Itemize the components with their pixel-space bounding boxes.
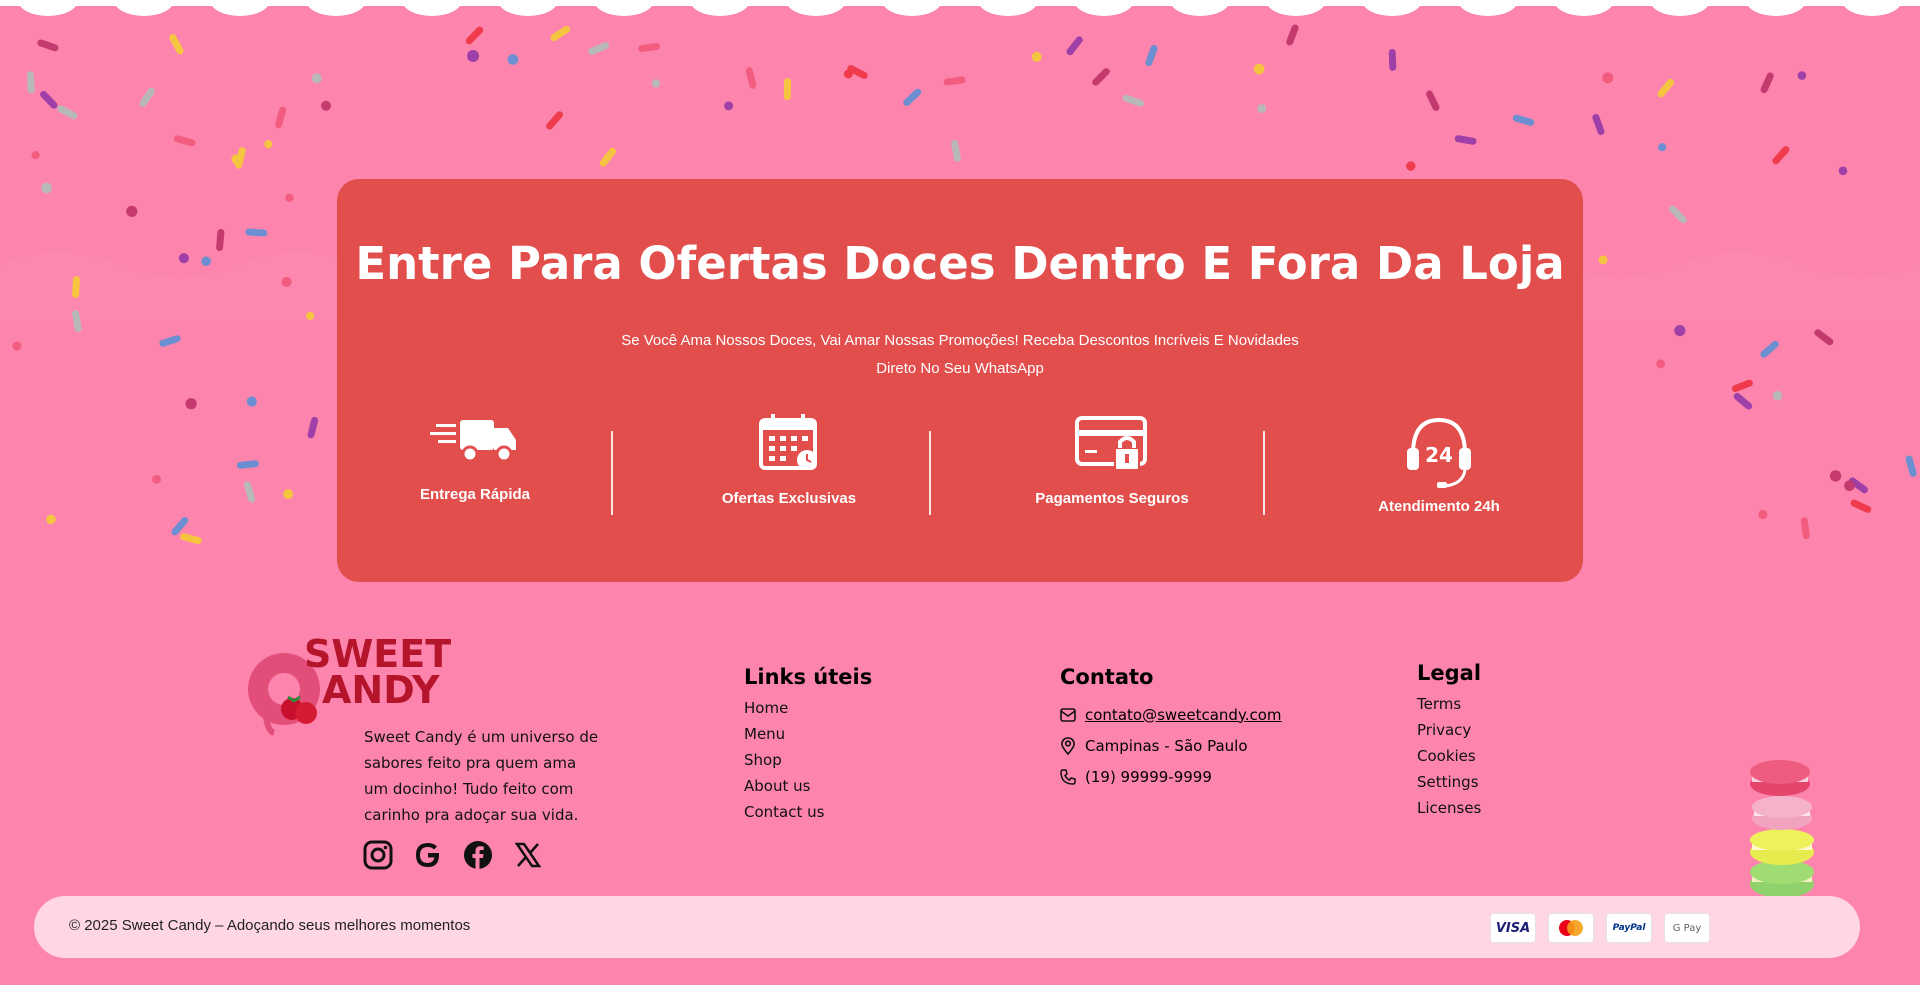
promo-subtitle-line2: Direto No Seu WhatsApp — [876, 360, 1044, 377]
footer-bottom-bar: © 2025 Sweet Candy – Adoçando seus melho… — [34, 896, 1860, 958]
promo-subtitle-line1: Se Você Ama Nossos Doces, Vai Amar Nossa… — [621, 332, 1299, 349]
useful-links-column: Links úteis Home Menu Shop About us Cont… — [744, 665, 872, 825]
contact-phone[interactable]: (19) 99999-9999 — [1085, 768, 1212, 786]
promo-title: Entre Para Ofertas Doces Dentro E Fora D… — [355, 237, 1565, 290]
legal-link-cookies[interactable]: Cookies — [1417, 743, 1481, 769]
payment-methods: VISA PayPal G Pay — [1490, 913, 1710, 943]
contact-column: Contato contato@sweetcandy.com Campinas … — [1060, 665, 1282, 792]
legal-title: Legal — [1417, 661, 1482, 685]
legal-column: Legal Terms Privacy Cookies Settings Lic… — [1417, 661, 1481, 821]
facebook-icon[interactable] — [463, 838, 493, 872]
feature-exclusive-offers: Ofertas Exclusivas — [679, 414, 899, 507]
footer-link-home[interactable]: Home — [744, 695, 872, 721]
visa-icon: VISA — [1490, 913, 1536, 943]
svg-text:24: 24 — [1425, 443, 1453, 467]
contact-email-row[interactable]: contato@sweetcandy.com — [1060, 699, 1282, 730]
phone-icon — [1060, 768, 1076, 785]
feature-label: Pagamentos Seguros — [1035, 490, 1189, 507]
social-links — [363, 838, 543, 872]
feature-divider — [1263, 431, 1265, 515]
useful-links-title: Links úteis — [744, 665, 873, 689]
contact-location-row: Campinas - São Paulo — [1060, 730, 1282, 761]
footer-link-contact[interactable]: Contact us — [744, 799, 872, 825]
footer-link-menu[interactable]: Menu — [744, 721, 872, 747]
delivery-truck-icon — [430, 420, 516, 463]
mastercard-icon — [1548, 913, 1594, 943]
contact-location: Campinas - São Paulo — [1085, 736, 1248, 755]
logo-text-andy: ANDY — [322, 668, 440, 712]
instagram-icon[interactable] — [363, 838, 393, 872]
feature-label: Ofertas Exclusivas — [721, 490, 857, 507]
copyright-text: © 2025 Sweet Candy – Adoçando seus melho… — [69, 917, 471, 934]
promo-banner: Entre Para Ofertas Doces Dentro E Fora D… — [337, 179, 1583, 582]
google-icon[interactable] — [413, 838, 443, 872]
feature-divider — [611, 431, 613, 515]
macaron-stack-illustration — [1750, 760, 1814, 898]
contact-email[interactable]: contato@sweetcandy.com — [1085, 706, 1282, 724]
promo-subtitle: Se Você Ama Nossos Doces, Vai Amar Nossa… — [597, 327, 1323, 383]
feature-fast-delivery: Entrega Rápida — [365, 414, 585, 503]
footer-link-about[interactable]: About us — [744, 773, 872, 799]
legal-link-settings[interactable]: Settings — [1417, 769, 1481, 795]
x-icon[interactable] — [513, 838, 543, 872]
legal-link-terms[interactable]: Terms — [1417, 691, 1481, 717]
legal-link-privacy[interactable]: Privacy — [1417, 717, 1481, 743]
paypal-icon: PayPal — [1606, 913, 1652, 943]
gpay-icon: G Pay — [1664, 913, 1710, 943]
feature-divider — [929, 431, 931, 515]
feature-support-24h: 24 Atendimento 24h — [1329, 414, 1549, 515]
contact-phone-row[interactable]: (19) 99999-9999 — [1060, 761, 1282, 792]
feature-label: Atendimento 24h — [1378, 498, 1500, 515]
calendar-clock-icon — [759, 414, 817, 470]
headset-24h-icon: 24 — [1407, 417, 1471, 488]
secure-card-icon — [1075, 416, 1147, 471]
contact-title: Contato — [1060, 665, 1154, 689]
mail-icon — [1060, 707, 1076, 722]
legal-link-licenses[interactable]: Licenses — [1417, 795, 1481, 821]
brand-description: Sweet Candy é um universo de sabores fei… — [364, 728, 599, 824]
footer-link-shop[interactable]: Shop — [744, 747, 872, 773]
feature-secure-payments: Pagamentos Seguros — [1002, 414, 1222, 507]
location-pin-icon — [1061, 736, 1075, 755]
feature-label: Entrega Rápida — [419, 486, 531, 503]
